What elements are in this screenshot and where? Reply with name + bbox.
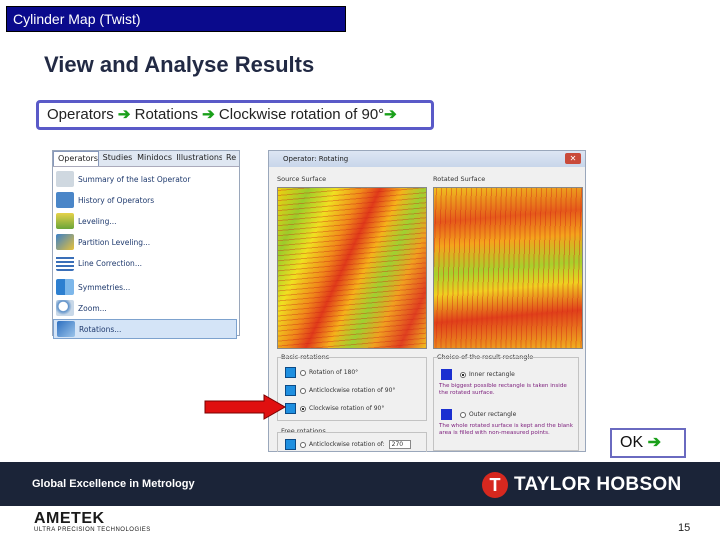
menu-item-symmetries[interactable]: Symmetries... <box>53 277 237 297</box>
rotate-180-icon <box>285 367 296 378</box>
menu-item-label: Symmetries... <box>78 282 131 292</box>
close-icon[interactable]: ✕ <box>565 153 581 164</box>
menu-item-label: Line Correction... <box>78 258 142 268</box>
menu-item-history[interactable]: History of Operators <box>53 190 237 210</box>
history-icon <box>56 192 74 208</box>
menu-item-label: Partition Leveling... <box>78 237 151 247</box>
rotate-clockwise-icon <box>285 403 296 414</box>
page-number: 15 <box>678 522 691 534</box>
footer-tagline: Global Excellence in Metrology <box>32 478 195 490</box>
partition-leveling-icon <box>56 234 74 250</box>
option-anticlockwise-90[interactable]: Anticlockwise rotation of 90° <box>285 385 395 396</box>
source-surface-label: Source Surface <box>277 175 327 183</box>
footer-band: Global Excellence in Metrology T TAYLOR … <box>0 462 720 506</box>
rotated-surface-map <box>433 187 583 349</box>
leveling-icon <box>56 213 74 229</box>
angle-input[interactable]: 270 <box>388 440 411 449</box>
outer-rectangle-info: The whole rotated surface is kept and th… <box>439 423 573 436</box>
rotations-icon <box>57 321 75 337</box>
option-label: Anticlockwise rotation of: <box>309 441 385 448</box>
ok-label: OK <box>620 434 648 451</box>
tab-illustrations[interactable]: Illustrations <box>172 151 222 166</box>
menu-list: Summary of the last Operator History of … <box>53 167 239 339</box>
steps-breadcrumb: Operators ➔ Rotations ➔ Clockwise rotati… <box>36 100 434 130</box>
menu-item-label: History of Operators <box>78 195 155 205</box>
menu-item-partition-leveling[interactable]: Partition Leveling... <box>53 232 237 252</box>
tab-studies[interactable]: Studies <box>99 151 133 166</box>
step-operators: Operators <box>47 106 118 123</box>
arrow-right-icon: ➔ <box>647 434 661 451</box>
symmetries-icon <box>56 279 74 295</box>
dialog-titlebar: Operator: Rotating ✕ <box>269 151 585 167</box>
menu-tab-bar: Operators Studies Minidocs Illustrations… <box>53 151 239 167</box>
taylor-hobson-logo: T TAYLOR HOBSON <box>482 470 692 500</box>
option-label: Inner rectangle <box>469 371 515 378</box>
menu-item-zoom[interactable]: Zoom... <box>53 298 237 318</box>
arrow-right-icon: ➔ <box>384 106 397 123</box>
option-label: Anticlockwise rotation of 90° <box>309 387 396 394</box>
arrow-right-icon: ➔ <box>117 106 131 123</box>
radio-clockwise-90[interactable] <box>300 405 306 412</box>
menu-item-summary[interactable]: Summary of the last Operator <box>53 169 237 189</box>
inner-rectangle-info: The biggest possible rectangle is taken … <box>439 383 567 396</box>
operators-menu: Operators Studies Minidocs Illustrations… <box>52 150 240 339</box>
free-rotate-icon <box>285 439 296 450</box>
ametek-logo: AMETEK ULTRA PRECISION TECHNOLOGIES <box>34 510 151 533</box>
inner-rectangle-icon <box>441 369 452 380</box>
menu-item-label: Zoom... <box>78 303 107 313</box>
source-surface-map <box>277 187 427 349</box>
tab-operators[interactable]: Operators <box>53 151 99 166</box>
option-inner-rectangle[interactable]: Inner rectangle <box>441 369 515 380</box>
ametek-tagline: ULTRA PRECISION TECHNOLOGIES <box>34 527 151 533</box>
option-label: Rotation of 180° <box>309 369 359 376</box>
option-clockwise-90[interactable]: Clockwise rotation of 90° <box>285 403 384 414</box>
rotate-anticlockwise-icon <box>285 385 296 396</box>
step-clockwise: Clockwise rotation of 90° <box>214 106 385 123</box>
option-free-rotation[interactable]: Anticlockwise rotation of: 270 <box>285 439 411 450</box>
option-label: Outer rectangle <box>469 411 517 418</box>
tab-re[interactable]: Re <box>222 151 239 166</box>
section-title: Cylinder Map (Twist) <box>6 6 346 32</box>
line-correction-icon <box>56 255 74 271</box>
menu-item-label: Rotations... <box>79 324 122 334</box>
tab-minidocs[interactable]: Minidocs <box>133 151 172 166</box>
zoom-icon <box>56 300 74 316</box>
ok-button[interactable]: OK ➔ <box>610 428 686 458</box>
step-rotations: Rotations <box>130 106 203 123</box>
radio-inner-rectangle[interactable] <box>460 371 466 378</box>
menu-item-label: Leveling... <box>78 216 117 226</box>
option-rotation-180[interactable]: Rotation of 180° <box>285 367 358 378</box>
summary-icon <box>56 171 74 187</box>
radio-anticlockwise-90[interactable] <box>300 387 306 394</box>
pointer-arrow-icon <box>204 394 286 420</box>
taylor-hobson-mark-icon: T <box>482 472 508 498</box>
radio-free-rotation[interactable] <box>300 441 306 448</box>
arrow-right-icon: ➔ <box>202 106 215 123</box>
menu-item-line-correction[interactable]: Line Correction... <box>53 253 237 273</box>
page-title: View and Analyse Results <box>44 52 315 77</box>
option-outer-rectangle[interactable]: Outer rectangle <box>441 409 516 420</box>
dialog-title: Operator: Rotating <box>283 155 349 163</box>
taylor-hobson-name: TAYLOR HOBSON <box>514 474 682 495</box>
rotated-surface-label: Rotated Surface <box>433 175 486 183</box>
ametek-name: AMETEK <box>34 510 105 527</box>
menu-item-leveling[interactable]: Leveling... <box>53 211 237 231</box>
menu-item-rotations[interactable]: Rotations... <box>53 319 237 339</box>
outer-rectangle-icon <box>441 409 452 420</box>
radio-outer-rectangle[interactable] <box>460 411 466 418</box>
option-label: Clockwise rotation of 90° <box>309 405 385 412</box>
rotating-dialog: Operator: Rotating ✕ Source Surface Rota… <box>268 150 586 452</box>
radio-rotation-180[interactable] <box>300 369 306 376</box>
menu-item-label: Summary of the last Operator <box>78 174 191 184</box>
